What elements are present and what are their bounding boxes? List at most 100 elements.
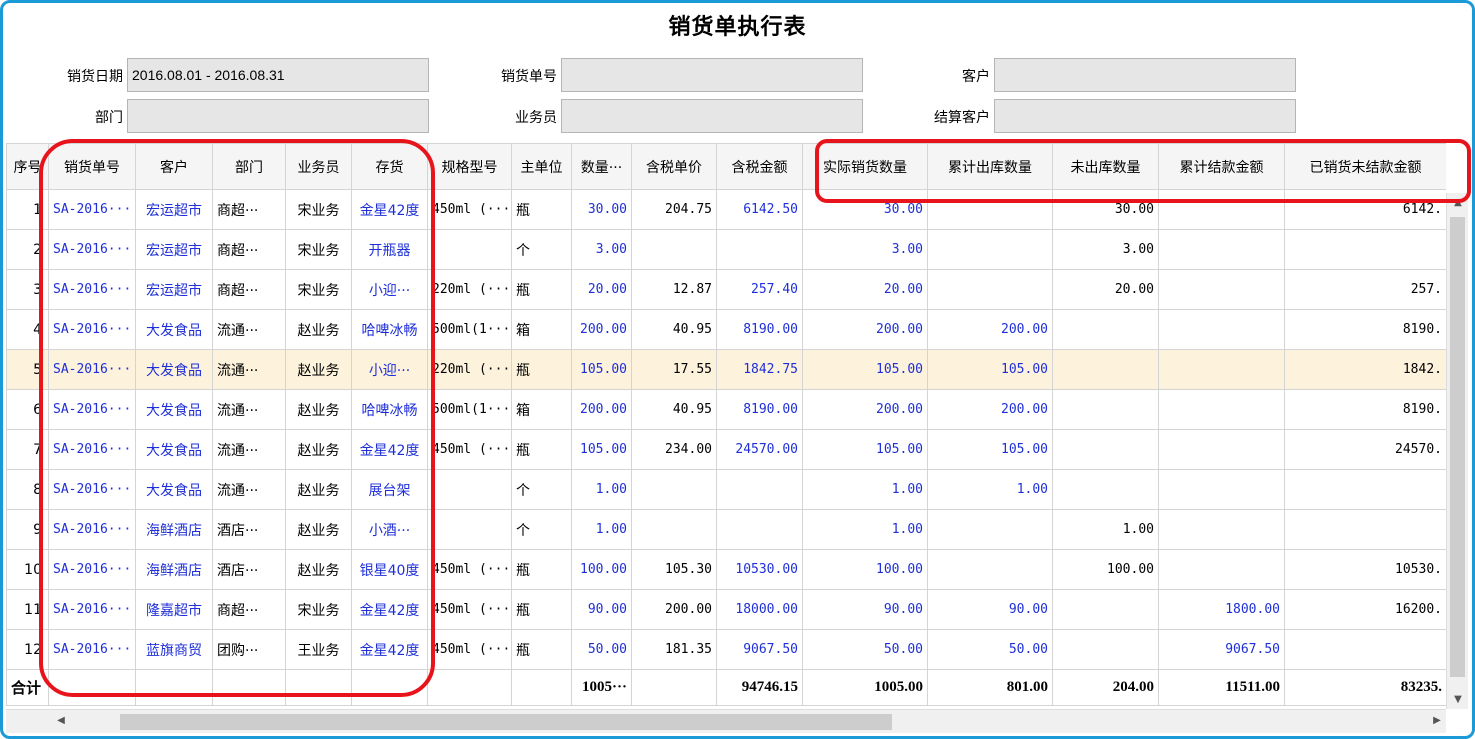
cell-order[interactable]: SA-2016··· [48,469,136,510]
total-empty-cell [427,669,512,706]
col-header[interactable]: 含税单价 [631,143,717,190]
cell-item[interactable]: 金星42度 [351,629,428,670]
cell-customer[interactable]: 大发食品 [135,389,213,430]
cell-salesman: 赵业务 [285,309,352,350]
cell-paid [1158,309,1285,350]
scroll-left-icon[interactable]: ◀ [50,715,72,726]
table-row[interactable]: 4 SA-2016··· 大发食品 流通··· 赵业务 哈啤冰畅 500ml(1··· 箱 20… [6,309,1446,350]
col-header[interactable]: 业务员 [285,143,352,190]
cell-order[interactable]: SA-2016··· [48,549,136,590]
cell-out [927,189,1053,230]
col-header[interactable]: 累计结款金额 [1158,143,1285,190]
scroll-down-icon[interactable]: ▼ [1447,694,1469,705]
col-header[interactable]: 部门 [212,143,286,190]
col-header[interactable]: 数量··· [571,143,632,190]
salesman-input[interactable] [561,99,863,133]
cell-order[interactable]: SA-2016··· [48,429,136,470]
cell-item[interactable]: 金星42度 [351,589,428,630]
vertical-scrollbar[interactable]: ▲ ▼ [1446,193,1468,709]
table-row[interactable]: 12 SA-2016··· 蓝旗商贸 团购··· 王业务 金星42度 450ml (··· 瓶… [6,629,1446,670]
col-header[interactable]: 累计出库数量 [927,143,1053,190]
cell-item[interactable]: 小酒··· [351,509,428,550]
vertical-scroll-thumb[interactable] [1450,217,1465,677]
cell-out: 105.00 [927,429,1053,470]
cell-order[interactable]: SA-2016··· [48,309,136,350]
col-header[interactable]: 含税金额 [716,143,803,190]
cell-customer[interactable]: 隆嘉超市 [135,589,213,630]
cell-item[interactable]: 银星40度 [351,549,428,590]
cell-order[interactable]: SA-2016··· [48,189,136,230]
col-header[interactable]: 未出库数量 [1052,143,1159,190]
table-row[interactable]: 8 SA-2016··· 大发食品 流通··· 赵业务 展台架个 1.00 1.00 1.00 [6,469,1446,510]
table-row[interactable]: 6 SA-2016··· 大发食品 流通··· 赵业务 哈啤冰畅 500ml(1··· 箱 20… [6,389,1446,430]
cell-idx: 4 [6,309,49,350]
cell-order[interactable]: SA-2016··· [48,389,136,430]
order-no-input[interactable] [561,58,863,92]
cell-customer[interactable]: 宏运超市 [135,229,213,270]
cell-customer[interactable]: 大发食品 [135,469,213,510]
cell-item[interactable]: 小迎··· [351,349,428,390]
cell-customer[interactable]: 海鲜酒店 [135,509,213,550]
report-window: 销货单执行表 销货日期 销货单号 客户 部门 业务员 结算客户 序号 销货单号 … [0,0,1475,739]
table-row[interactable]: 3 SA-2016··· 宏运超市 商超··· 宋业务 小迎··· 220ml (··· 瓶 2… [6,269,1446,310]
cell-actual: 1.00 [802,509,928,550]
cell-order[interactable]: SA-2016··· [48,589,136,630]
cell-order[interactable]: SA-2016··· [48,269,136,310]
table-row[interactable]: 11 SA-2016··· 隆嘉超市 商超··· 宋业务 金星42度 450ml (··· 瓶… [6,589,1446,630]
table-row[interactable]: 9 SA-2016··· 海鲜酒店 酒店··· 赵业务 小酒··· 个 1.00 1.00 1.0… [6,509,1446,550]
date-range-input[interactable] [127,58,429,92]
customer-input[interactable] [994,58,1296,92]
col-header[interactable]: 销货单号 [48,143,136,190]
cell-dept: 团购··· [212,629,286,670]
cell-salesman: 赵业务 [285,429,352,470]
horizontal-scrollbar[interactable]: ◀ ▶ [6,709,1446,733]
cell-qty: 105.00 [571,349,632,390]
dept-input[interactable] [127,99,429,133]
date-label: 销货日期 [67,69,123,85]
cell-order[interactable]: SA-2016··· [48,629,136,670]
settle-customer-input[interactable] [994,99,1296,133]
cell-salesman: 宋业务 [285,189,352,230]
col-header[interactable]: 客户 [135,143,213,190]
cell-item[interactable]: 金星42度 [351,429,428,470]
cell-amount: 257.40 [716,269,803,310]
cell-item[interactable]: 金星42度 [351,189,428,230]
col-header[interactable]: 序号 [6,143,49,190]
cell-item[interactable]: 哈啤冰畅 [351,309,428,350]
cell-amount: 18000.00 [716,589,803,630]
cell-spec: 220ml (··· [427,349,512,390]
scroll-up-icon[interactable]: ▲ [1447,197,1469,208]
table-row[interactable]: 5 SA-2016··· 大发食品 流通··· 赵业务 小迎··· 220ml (··· 瓶 1… [6,349,1446,390]
col-header[interactable]: 存货 [351,143,428,190]
cell-order[interactable]: SA-2016··· [48,509,136,550]
cell-order[interactable]: SA-2016··· [48,349,136,390]
cell-item[interactable]: 哈啤冰畅 [351,389,428,430]
cell-amount: 24570.00 [716,429,803,470]
cell-customer[interactable]: 宏运超市 [135,189,213,230]
table-row[interactable]: 2 SA-2016··· 宏运超市 商超··· 宋业务 开瓶器个 3.00 3.00 3.00 [6,229,1446,270]
cell-order[interactable]: SA-2016··· [48,229,136,270]
cell-customer[interactable]: 宏运超市 [135,269,213,310]
total-paid: 11511.00 [1158,669,1285,706]
cell-customer[interactable]: 大发食品 [135,309,213,350]
cell-item[interactable]: 展台架 [351,469,428,510]
cell-idx: 9 [6,509,49,550]
col-header[interactable]: 规格型号 [427,143,512,190]
cell-customer[interactable]: 海鲜酒店 [135,549,213,590]
col-header[interactable]: 主单位 [511,143,572,190]
table-row[interactable]: 10 SA-2016··· 海鲜酒店 酒店··· 赵业务 银星40度 450ml (··· 瓶… [6,549,1446,590]
col-header[interactable]: 已销货未结款金额 [1284,143,1446,190]
cell-qty: 90.00 [571,589,632,630]
cell-customer[interactable]: 大发食品 [135,349,213,390]
cell-out: 105.00 [927,349,1053,390]
col-header[interactable]: 实际销货数量 [802,143,928,190]
cell-price: 200.00 [631,589,717,630]
cell-item[interactable]: 开瓶器 [351,229,428,270]
cell-item[interactable]: 小迎··· [351,269,428,310]
cell-customer[interactable]: 大发食品 [135,429,213,470]
scroll-right-icon[interactable]: ▶ [1426,715,1448,726]
table-row[interactable]: 1 SA-2016··· 宏运超市 商超··· 宋业务 金星42度 450ml (··· 瓶 3… [6,189,1446,230]
horizontal-scroll-thumb[interactable] [120,714,892,730]
table-row[interactable]: 7 SA-2016··· 大发食品 流通··· 赵业务 金星42度 450ml (··· 瓶 1… [6,429,1446,470]
cell-customer[interactable]: 蓝旗商贸 [135,629,213,670]
